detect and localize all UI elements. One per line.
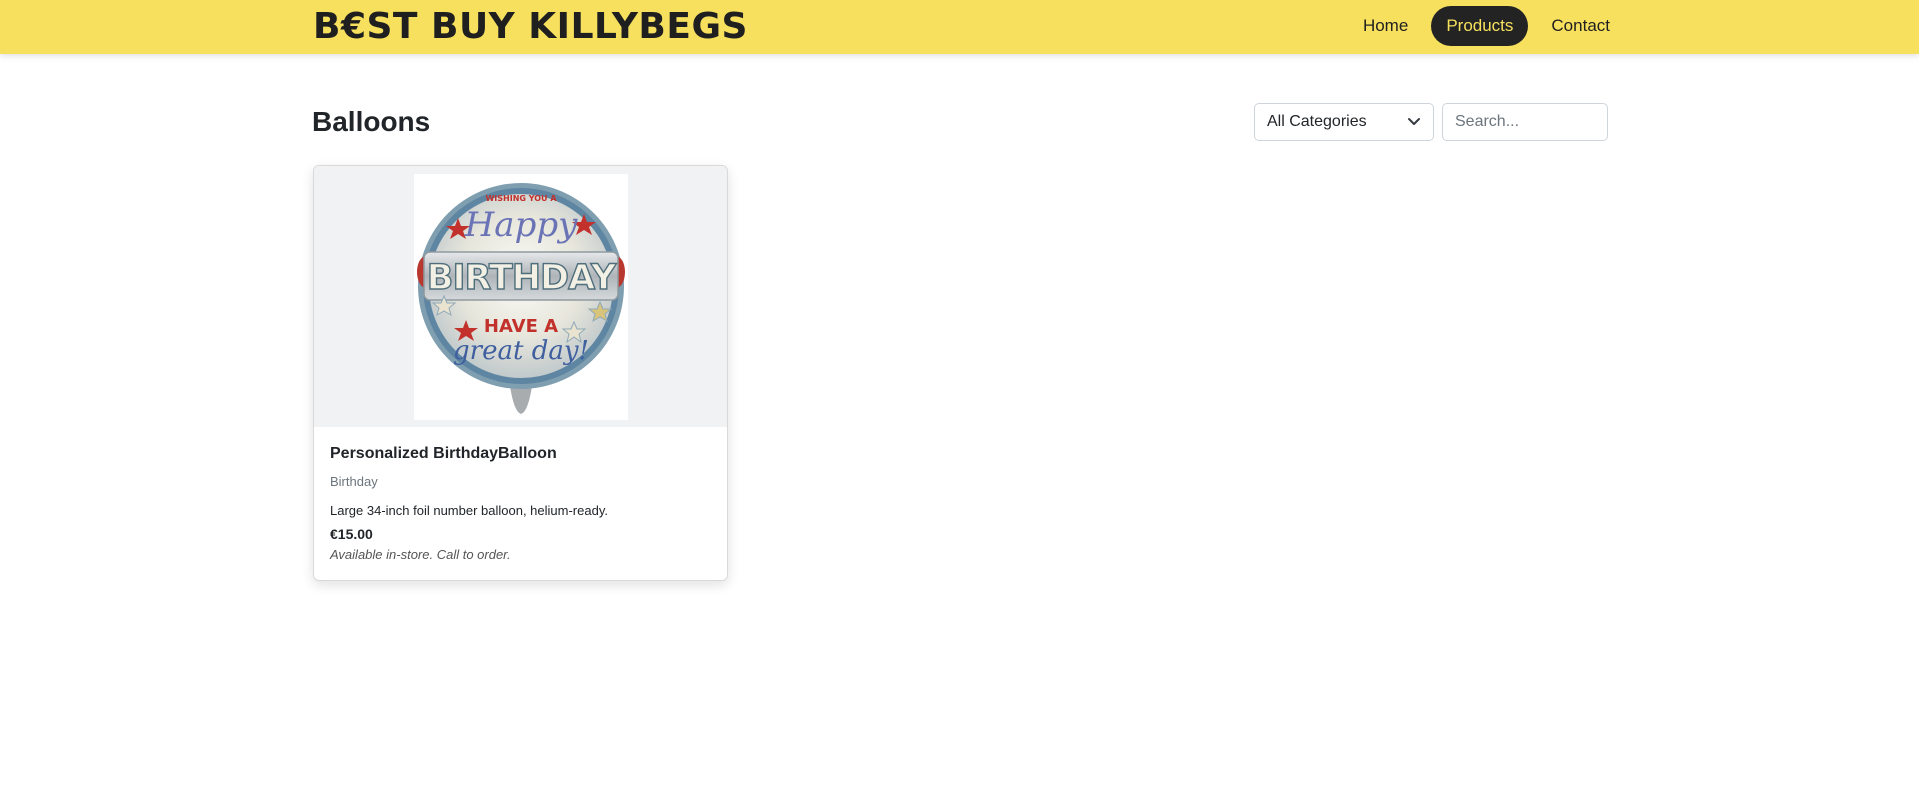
filter-bar: All Categories	[1254, 103, 1608, 141]
svg-text:Happy: Happy	[464, 205, 578, 245]
chevron-down-icon	[1407, 104, 1421, 140]
brand-logo[interactable]: B€ST BUY KILLYBEGS	[313, 6, 748, 48]
svg-text:HAVE A: HAVE A	[484, 316, 558, 337]
site-header: B€ST BUY KILLYBEGS Home Products Contact	[0, 0, 1919, 54]
search-input[interactable]	[1442, 103, 1608, 141]
page-title: Balloons	[312, 106, 431, 137]
nav-home[interactable]: Home	[1348, 6, 1423, 46]
nav-products[interactable]: Products	[1431, 6, 1529, 46]
category-select-value: All Categories	[1267, 113, 1367, 130]
nav-contact[interactable]: Contact	[1536, 6, 1625, 46]
product-card[interactable]: WISHING YOU A Happy BIRTHDAY HAVE A grea…	[313, 165, 728, 581]
main-nav: Home Products Contact	[1348, 6, 1625, 46]
product-image-area: WISHING YOU A Happy BIRTHDAY HAVE A grea…	[314, 166, 727, 427]
category-select[interactable]: All Categories	[1254, 103, 1434, 141]
svg-text:BIRTHDAY: BIRTHDAY	[427, 258, 617, 298]
product-name[interactable]: Personalized BirthdayBalloon	[330, 444, 711, 464]
product-availability: Available in-store. Call to order.	[330, 547, 511, 562]
product-price: €15.00	[330, 526, 373, 542]
product-description: Large 34-inch foil number balloon, heliu…	[330, 503, 608, 518]
product-image[interactable]: WISHING YOU A Happy BIRTHDAY HAVE A grea…	[414, 174, 628, 420]
product-card-body: Personalized BirthdayBalloon Birthday La…	[314, 427, 727, 563]
svg-text:WISHING YOU A: WISHING YOU A	[485, 194, 557, 203]
svg-text:great day!: great day!	[453, 336, 589, 366]
product-category: Birthday	[330, 474, 378, 489]
